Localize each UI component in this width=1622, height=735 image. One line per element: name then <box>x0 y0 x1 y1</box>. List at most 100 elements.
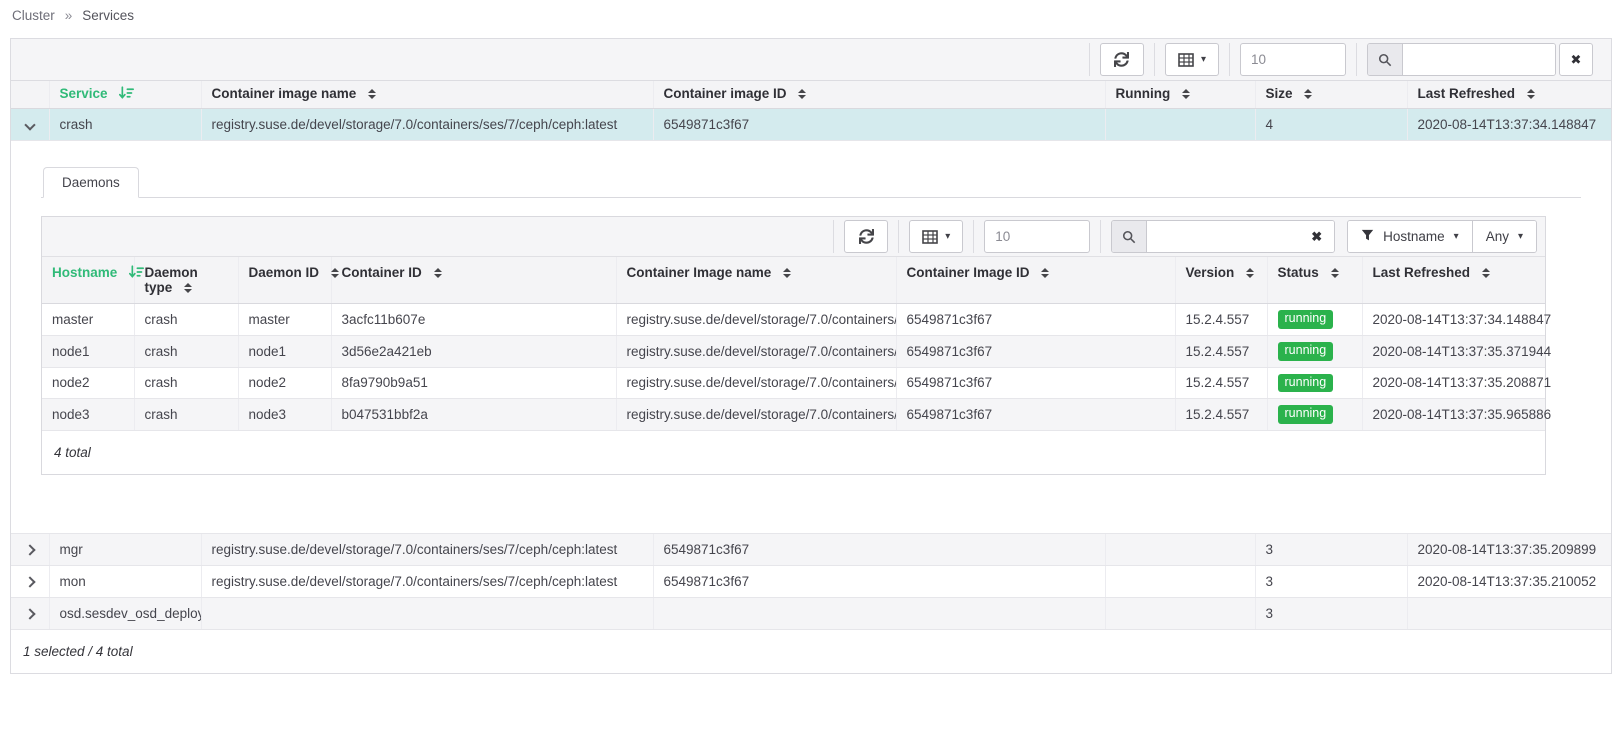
services-table-panel: ▾ ✖ Service Container image name <box>10 38 1612 674</box>
expand-column-header <box>11 81 49 109</box>
table-row-crash[interactable]: crash registry.suse.de/devel/storage/7.0… <box>11 109 1611 141</box>
column-header-container-image-name[interactable]: Container Image name <box>616 257 896 304</box>
refresh-button[interactable] <box>1100 43 1144 76</box>
services-table: Service Container image name Container i… <box>11 81 1611 630</box>
clear-search-button[interactable]: ✖ <box>1559 43 1593 76</box>
expand-toggle[interactable] <box>11 566 49 598</box>
column-header-daemon-id[interactable]: Daemon ID <box>238 257 331 304</box>
daemons-toolbar: ▾ ✖ <box>42 217 1545 257</box>
cell-image-name: registry.suse.de/devel/storage/7.0/conta… <box>201 534 653 566</box>
cell-image-name: registry.suse.de/devel/storage/7.0/conta… <box>616 335 896 367</box>
search-box: ✖ <box>1111 220 1335 253</box>
table-row-mgr[interactable]: mgr registry.suse.de/devel/storage/7.0/c… <box>11 534 1611 566</box>
breadcrumb: Cluster » Services <box>0 0 1622 38</box>
column-header-daemon-type[interactable]: Daemon type <box>134 257 238 304</box>
search-input[interactable] <box>1147 221 1299 252</box>
table-row-node1[interactable]: node1 crash node1 3d56e2a421eb registry.… <box>42 335 1545 367</box>
cell-daemon-type: crash <box>134 399 238 431</box>
toolbar-divider <box>1154 43 1155 76</box>
filter-controls: Hostname ▾ Any ▾ <box>1347 220 1537 253</box>
column-header-container-image-id[interactable]: Container image ID <box>653 81 1105 109</box>
table-row-master[interactable]: master crash master 3acfc11b607e registr… <box>42 304 1545 336</box>
breadcrumb-cluster[interactable]: Cluster <box>12 8 55 23</box>
cell-version: 15.2.4.557 <box>1175 304 1267 336</box>
daemons-table-footer: 4 total <box>42 431 1545 474</box>
page-size-input[interactable] <box>984 220 1090 253</box>
column-header-container-id[interactable]: Container ID <box>331 257 616 304</box>
filter-field-dropdown[interactable]: Hostname ▾ <box>1348 221 1472 252</box>
status-badge: running <box>1278 374 1334 393</box>
column-header-running[interactable]: Running <box>1105 81 1255 109</box>
cell-image-name: registry.suse.de/devel/storage/7.0/conta… <box>616 399 896 431</box>
cell-daemon-id: node1 <box>238 335 331 367</box>
column-label: Daemon ID <box>249 265 320 280</box>
refresh-icon <box>859 229 874 244</box>
table-row-mon[interactable]: mon registry.suse.de/devel/storage/7.0/c… <box>11 566 1611 598</box>
cell-image-id: 6549871c3f67 <box>653 534 1105 566</box>
expand-toggle[interactable] <box>11 109 49 141</box>
detail-row: Daemons <box>11 141 1611 534</box>
close-icon: ✖ <box>1571 52 1582 68</box>
cell-image-id: 6549871c3f67 <box>896 304 1175 336</box>
cell-status: running <box>1267 367 1362 399</box>
cell-hostname: node2 <box>42 367 134 399</box>
column-header-service[interactable]: Service <box>49 81 201 109</box>
toolbar-divider <box>1229 43 1230 76</box>
chevron-down-icon: ▾ <box>1518 232 1523 242</box>
cell-size: 3 <box>1255 598 1407 630</box>
column-header-hostname[interactable]: Hostname <box>42 257 134 304</box>
column-header-last-refreshed[interactable]: Last Refreshed <box>1407 81 1611 109</box>
sort-icon <box>1527 89 1535 99</box>
daemons-header-row: Hostname Daemon type Daemo <box>42 257 1545 304</box>
column-label: Container Image ID <box>907 265 1030 280</box>
cell-version: 15.2.4.557 <box>1175 335 1267 367</box>
cell-service: mon <box>49 566 201 598</box>
cell-last-refreshed <box>1407 598 1611 630</box>
column-header-container-image-name[interactable]: Container image name <box>201 81 653 109</box>
column-toggle-dropdown[interactable]: ▾ <box>909 220 963 253</box>
expand-toggle[interactable] <box>11 598 49 630</box>
column-header-version[interactable]: Version <box>1175 257 1267 304</box>
tab-daemons[interactable]: Daemons <box>43 167 139 198</box>
table-row-node3[interactable]: node3 crash node3 b047531bbf2a registry.… <box>42 399 1545 431</box>
expand-toggle[interactable] <box>11 534 49 566</box>
column-toggle-dropdown[interactable]: ▾ <box>1165 43 1219 76</box>
sort-ascending-icon <box>119 88 134 103</box>
cell-container-id: b047531bbf2a <box>331 399 616 431</box>
toolbar-divider <box>833 220 834 253</box>
column-header-last-refreshed[interactable]: Last Refreshed <box>1362 257 1545 304</box>
cell-running <box>1105 598 1255 630</box>
cell-last-refreshed: 2020-08-14T13:37:34.148847 <box>1407 109 1611 141</box>
column-label: Hostname <box>52 265 117 280</box>
cell-version: 15.2.4.557 <box>1175 399 1267 431</box>
chevron-down-icon: ▾ <box>1201 55 1206 65</box>
sort-icon <box>434 268 442 278</box>
refresh-button[interactable] <box>844 220 888 253</box>
table-columns-icon <box>1178 53 1194 67</box>
services-header-row: Service Container image name Container i… <box>11 81 1611 109</box>
cell-image-name: registry.suse.de/devel/storage/7.0/conta… <box>616 367 896 399</box>
column-label: Size <box>1266 86 1293 101</box>
cell-daemon-type: crash <box>134 335 238 367</box>
chevron-down-icon: ▾ <box>945 232 950 242</box>
cell-running <box>1105 109 1255 141</box>
daemons-table-panel: ▾ ✖ <box>41 216 1546 475</box>
cell-daemon-id: node2 <box>238 367 331 399</box>
chevron-down-icon: ▾ <box>1454 232 1459 242</box>
column-header-container-image-id[interactable]: Container Image ID <box>896 257 1175 304</box>
cell-last-refreshed: 2020-08-14T13:37:35.208871 <box>1362 367 1545 399</box>
cell-image-id: 6549871c3f67 <box>653 566 1105 598</box>
breadcrumb-services: Services <box>82 8 134 23</box>
filter-value-dropdown[interactable]: Any ▾ <box>1472 221 1536 252</box>
column-header-size[interactable]: Size <box>1255 81 1407 109</box>
column-label: Last Refreshed <box>1418 86 1516 101</box>
table-row-node2[interactable]: node2 crash node2 8fa9790b9a51 registry.… <box>42 367 1545 399</box>
search-input[interactable] <box>1403 44 1555 75</box>
column-header-status[interactable]: Status <box>1267 257 1362 304</box>
clear-search-button[interactable]: ✖ <box>1299 221 1334 252</box>
search-icon <box>1368 44 1403 75</box>
page-size-input[interactable] <box>1240 43 1346 76</box>
column-label: Container image ID <box>664 86 787 101</box>
table-row-osd[interactable]: osd.sesdev_osd_deploym 3 <box>11 598 1611 630</box>
cell-last-refreshed: 2020-08-14T13:37:35.210052 <box>1407 566 1611 598</box>
